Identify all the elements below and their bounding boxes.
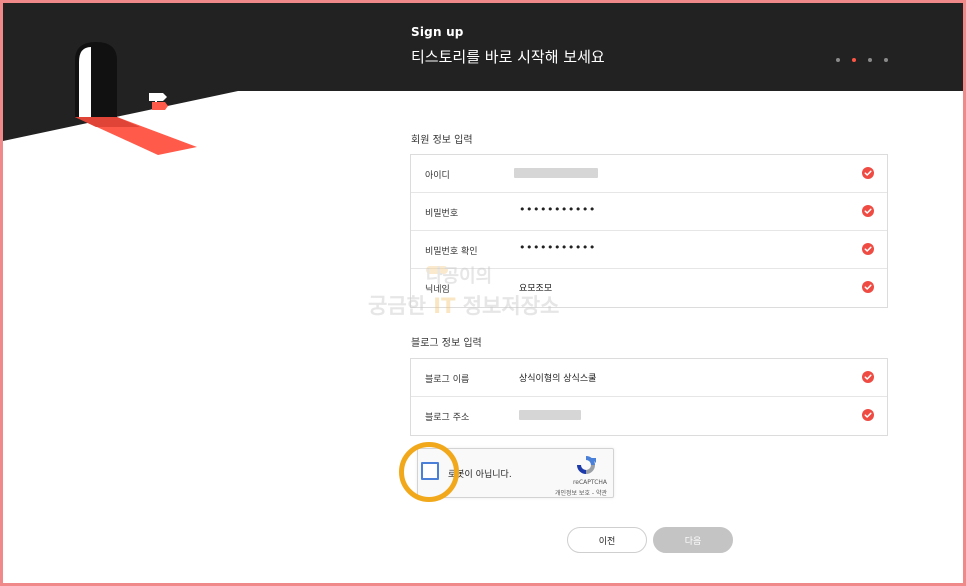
password-label: 비밀번호 [425,209,459,219]
next-button[interactable]: 다음 [653,527,733,553]
blog-address-redacted [519,410,581,420]
recaptcha-logo-icon [575,454,597,480]
nickname-label: 닉네임 [425,285,450,295]
check-circle-icon [862,167,874,179]
blog-info-card: 블로그 이름 상식이형의 상식스쿨 블로그 주소 [410,358,888,436]
highlight-circle-annotation [399,442,459,502]
prev-button[interactable]: 이전 [567,527,647,553]
step-indicator [836,58,888,62]
password-confirm-label: 비밀번호 확인 [425,247,478,257]
check-circle-icon [862,205,874,217]
check-circle-icon [862,409,874,421]
password-value: ••••••••••• [519,203,596,216]
step-dot-4 [884,58,888,62]
password-confirm-row[interactable]: 비밀번호 확인 ••••••••••• [411,231,887,269]
check-circle-icon [862,281,874,293]
blog-address-label: 블로그 주소 [425,413,470,423]
door-signpost-illustration [3,3,963,155]
nickname-row[interactable]: 닉네임 요모조모 [411,269,887,307]
blog-name-value: 상식이형의 상식스쿨 [519,374,597,384]
id-row[interactable]: 아이디 [411,155,887,193]
nickname-value: 요모조모 [519,284,553,294]
id-label: 아이디 [425,171,450,181]
blog-section-title: 블로그 정보 입력 [411,338,482,349]
blog-address-row[interactable]: 블로그 주소 [411,397,887,435]
step-dot-1 [836,58,840,62]
blog-name-row[interactable]: 블로그 이름 상식이형의 상식스쿨 [411,359,887,397]
id-value-redacted [514,168,598,178]
blog-name-label: 블로그 이름 [425,375,470,385]
hero-banner: Sign up 티스토리를 바로 시작해 보세요 [0,0,966,160]
hero-title: 티스토리를 바로 시작해 보세요 [411,48,605,66]
password-confirm-value: ••••••••••• [519,241,596,254]
step-dot-3 [868,58,872,62]
recaptcha-brand: reCAPTCHA [572,479,607,486]
check-circle-icon [862,371,874,383]
member-info-card: 아이디 비밀번호 ••••••••••• 비밀번호 확인 •••••••••••… [410,154,888,308]
step-dot-2-active [852,58,856,62]
recaptcha-privacy-terms-link[interactable]: 개인정보 보호 - 약관 [555,488,607,497]
hero-subtitle: Sign up [411,25,464,39]
member-section-title: 회원 정보 입력 [411,135,473,146]
password-row[interactable]: 비밀번호 ••••••••••• [411,193,887,231]
check-circle-icon [862,243,874,255]
